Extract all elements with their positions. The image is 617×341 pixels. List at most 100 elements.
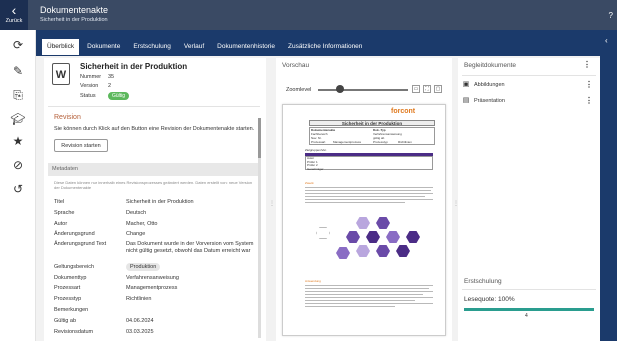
more-options-icon[interactable]: ⋮ (583, 60, 591, 69)
preview-field: Prozessart (311, 140, 326, 144)
diagram-hex (356, 217, 370, 229)
meta-value: Sicherheit in der Produktion (126, 199, 194, 205)
page-subtitle: Sicherheit in der Produktion (40, 17, 108, 23)
preview-logo: forcont (391, 108, 416, 115)
meta-label: Prozessart (54, 285, 81, 291)
meta-label: Revisionsdatum (54, 329, 94, 335)
fit-page-icon[interactable]: ⛶ (423, 85, 431, 93)
preview-text-line (305, 294, 423, 296)
preview-text-line (305, 285, 433, 287)
zoom-slider[interactable] (318, 89, 408, 91)
diagram-hex (316, 257, 330, 269)
help-icon[interactable]: ? (609, 11, 613, 20)
preview-text-line (305, 291, 433, 293)
overview-scrollbar[interactable] (258, 118, 261, 338)
scrollbar-thumb[interactable] (258, 118, 261, 158)
divider (462, 289, 596, 290)
tab-verlauf[interactable]: Verlauf (179, 39, 209, 55)
back-label: Zurück (5, 18, 23, 24)
fit-width-icon[interactable]: ▭ (412, 85, 420, 93)
preview-doc-title: Sicherheit in der Produktion (309, 120, 435, 126)
revision-heading: Revision (54, 114, 81, 121)
status-label: Status (80, 93, 96, 99)
number-label: Nummer (80, 74, 102, 80)
meta-value-pill: Produktion (126, 263, 258, 271)
divider (48, 106, 260, 107)
zoom-slider-knob[interactable] (336, 85, 344, 93)
star-icon[interactable]: ★ (10, 134, 26, 148)
more-options-icon[interactable]: ⋮ (585, 79, 593, 90)
document-ban-icon[interactable]: ⊘ (10, 158, 26, 172)
document-title: Sicherheit in der Produktion (80, 62, 188, 71)
action-rail: ⟳ ✎ ⎘ 🎓︎ ★ ⊘ ↺ (0, 30, 36, 341)
diagram-hex (376, 217, 390, 229)
refresh-icon[interactable]: ⟳ (10, 38, 26, 52)
preview-text-line (305, 202, 405, 204)
diagram-hex (396, 245, 410, 257)
document-export-icon[interactable]: ⎘ (10, 88, 26, 102)
companion-item-label: Präsentation (474, 98, 505, 104)
number-value: 35 (108, 74, 115, 80)
diagram-hex (386, 231, 400, 243)
metadata-heading: Metadaten (48, 163, 260, 176)
preview-text-line (305, 190, 431, 192)
companion-item[interactable]: ▣ Abbildungen ⋮ (462, 79, 596, 90)
preview-text-line (305, 297, 433, 299)
preview-roles-table (305, 156, 433, 170)
tab-zusaetzliche-informationen[interactable]: Zusätzliche Informationen (283, 39, 367, 55)
graduation-cap-icon[interactable]: 🎓︎ (10, 112, 26, 126)
meta-label: Änderungsgrund Text (54, 241, 107, 247)
presentation-icon: ▤ (462, 97, 470, 104)
version-row: Version 2 (80, 83, 111, 89)
scope-pill: Produktion (126, 263, 161, 271)
training-count: 4 (525, 313, 528, 319)
preview-section: Anwendung (305, 279, 321, 283)
document-preview[interactable]: forcont Sicherheit in der Produktion Dok… (282, 104, 446, 336)
diagram-hex (366, 231, 380, 243)
companion-heading: Begleitdokumente (464, 62, 517, 69)
meta-label: Gültig ab (54, 318, 77, 324)
zoom-label: Zoomlevel (286, 87, 312, 93)
preview-text-line (305, 199, 433, 201)
meta-label: Titel (54, 199, 65, 205)
preview-role: Genehmiger (307, 166, 324, 171)
start-revision-button[interactable]: Revision starten (54, 139, 108, 152)
history-icon[interactable]: ↺ (10, 182, 26, 196)
back-button[interactable]: ‹ Zurück (0, 0, 28, 30)
metadata-hint: Diese Daten können nur innerhalb eines R… (54, 180, 253, 190)
number-row: Nummer 35 (80, 74, 114, 80)
diagram-hex (356, 245, 370, 257)
tab-dokumente[interactable]: Dokumente (82, 39, 125, 55)
diagram-hex (406, 231, 420, 243)
preview-text-line (305, 288, 429, 290)
diagram-hex (336, 217, 350, 229)
diagram-hex (376, 245, 390, 257)
meta-value: Das Dokument wurde in der Vorversion vom… (126, 241, 254, 254)
status-badge: Gültig (108, 92, 130, 100)
images-icon: ▣ (462, 81, 470, 88)
tab-ueberblick[interactable]: Überblick (42, 39, 80, 55)
more-options-icon[interactable]: ⋮ (585, 95, 593, 106)
diagram-hex (316, 227, 330, 239)
tab-erstschulung[interactable]: Erstschulung (128, 39, 176, 55)
collapse-strip[interactable]: ‹ (600, 30, 617, 341)
preview-section: Zielgruppen/Ver. (305, 148, 327, 152)
chevron-left-icon[interactable]: ‹ (605, 36, 608, 45)
companion-item[interactable]: ▤ Präsentation ⋮ (462, 95, 596, 106)
meta-label: Bemerkungen (54, 307, 89, 313)
tabs: Überblick Dokumente Erstschulung Verlauf… (42, 39, 367, 55)
preview-text-line (305, 196, 425, 198)
status-row: Status Gültig (80, 92, 130, 100)
tab-dokumentenhistorie[interactable]: Dokumentenhistorie (212, 39, 280, 55)
pencil-icon[interactable]: ✎ (10, 64, 26, 78)
companion-item-label: Abbildungen (474, 82, 505, 88)
preview-field: Richtlinien (398, 140, 412, 144)
preview-text-line (305, 306, 395, 308)
resize-handle[interactable]: ⋮ (269, 200, 275, 207)
diagram-hex (346, 231, 360, 243)
actual-size-icon[interactable]: ▢ (434, 85, 442, 93)
meta-label: Autor (54, 221, 68, 227)
meta-value: Macher, Otto (126, 221, 158, 227)
meta-label: Geltungsbereich (54, 264, 95, 270)
preview-field: Managementprozess (333, 140, 362, 144)
